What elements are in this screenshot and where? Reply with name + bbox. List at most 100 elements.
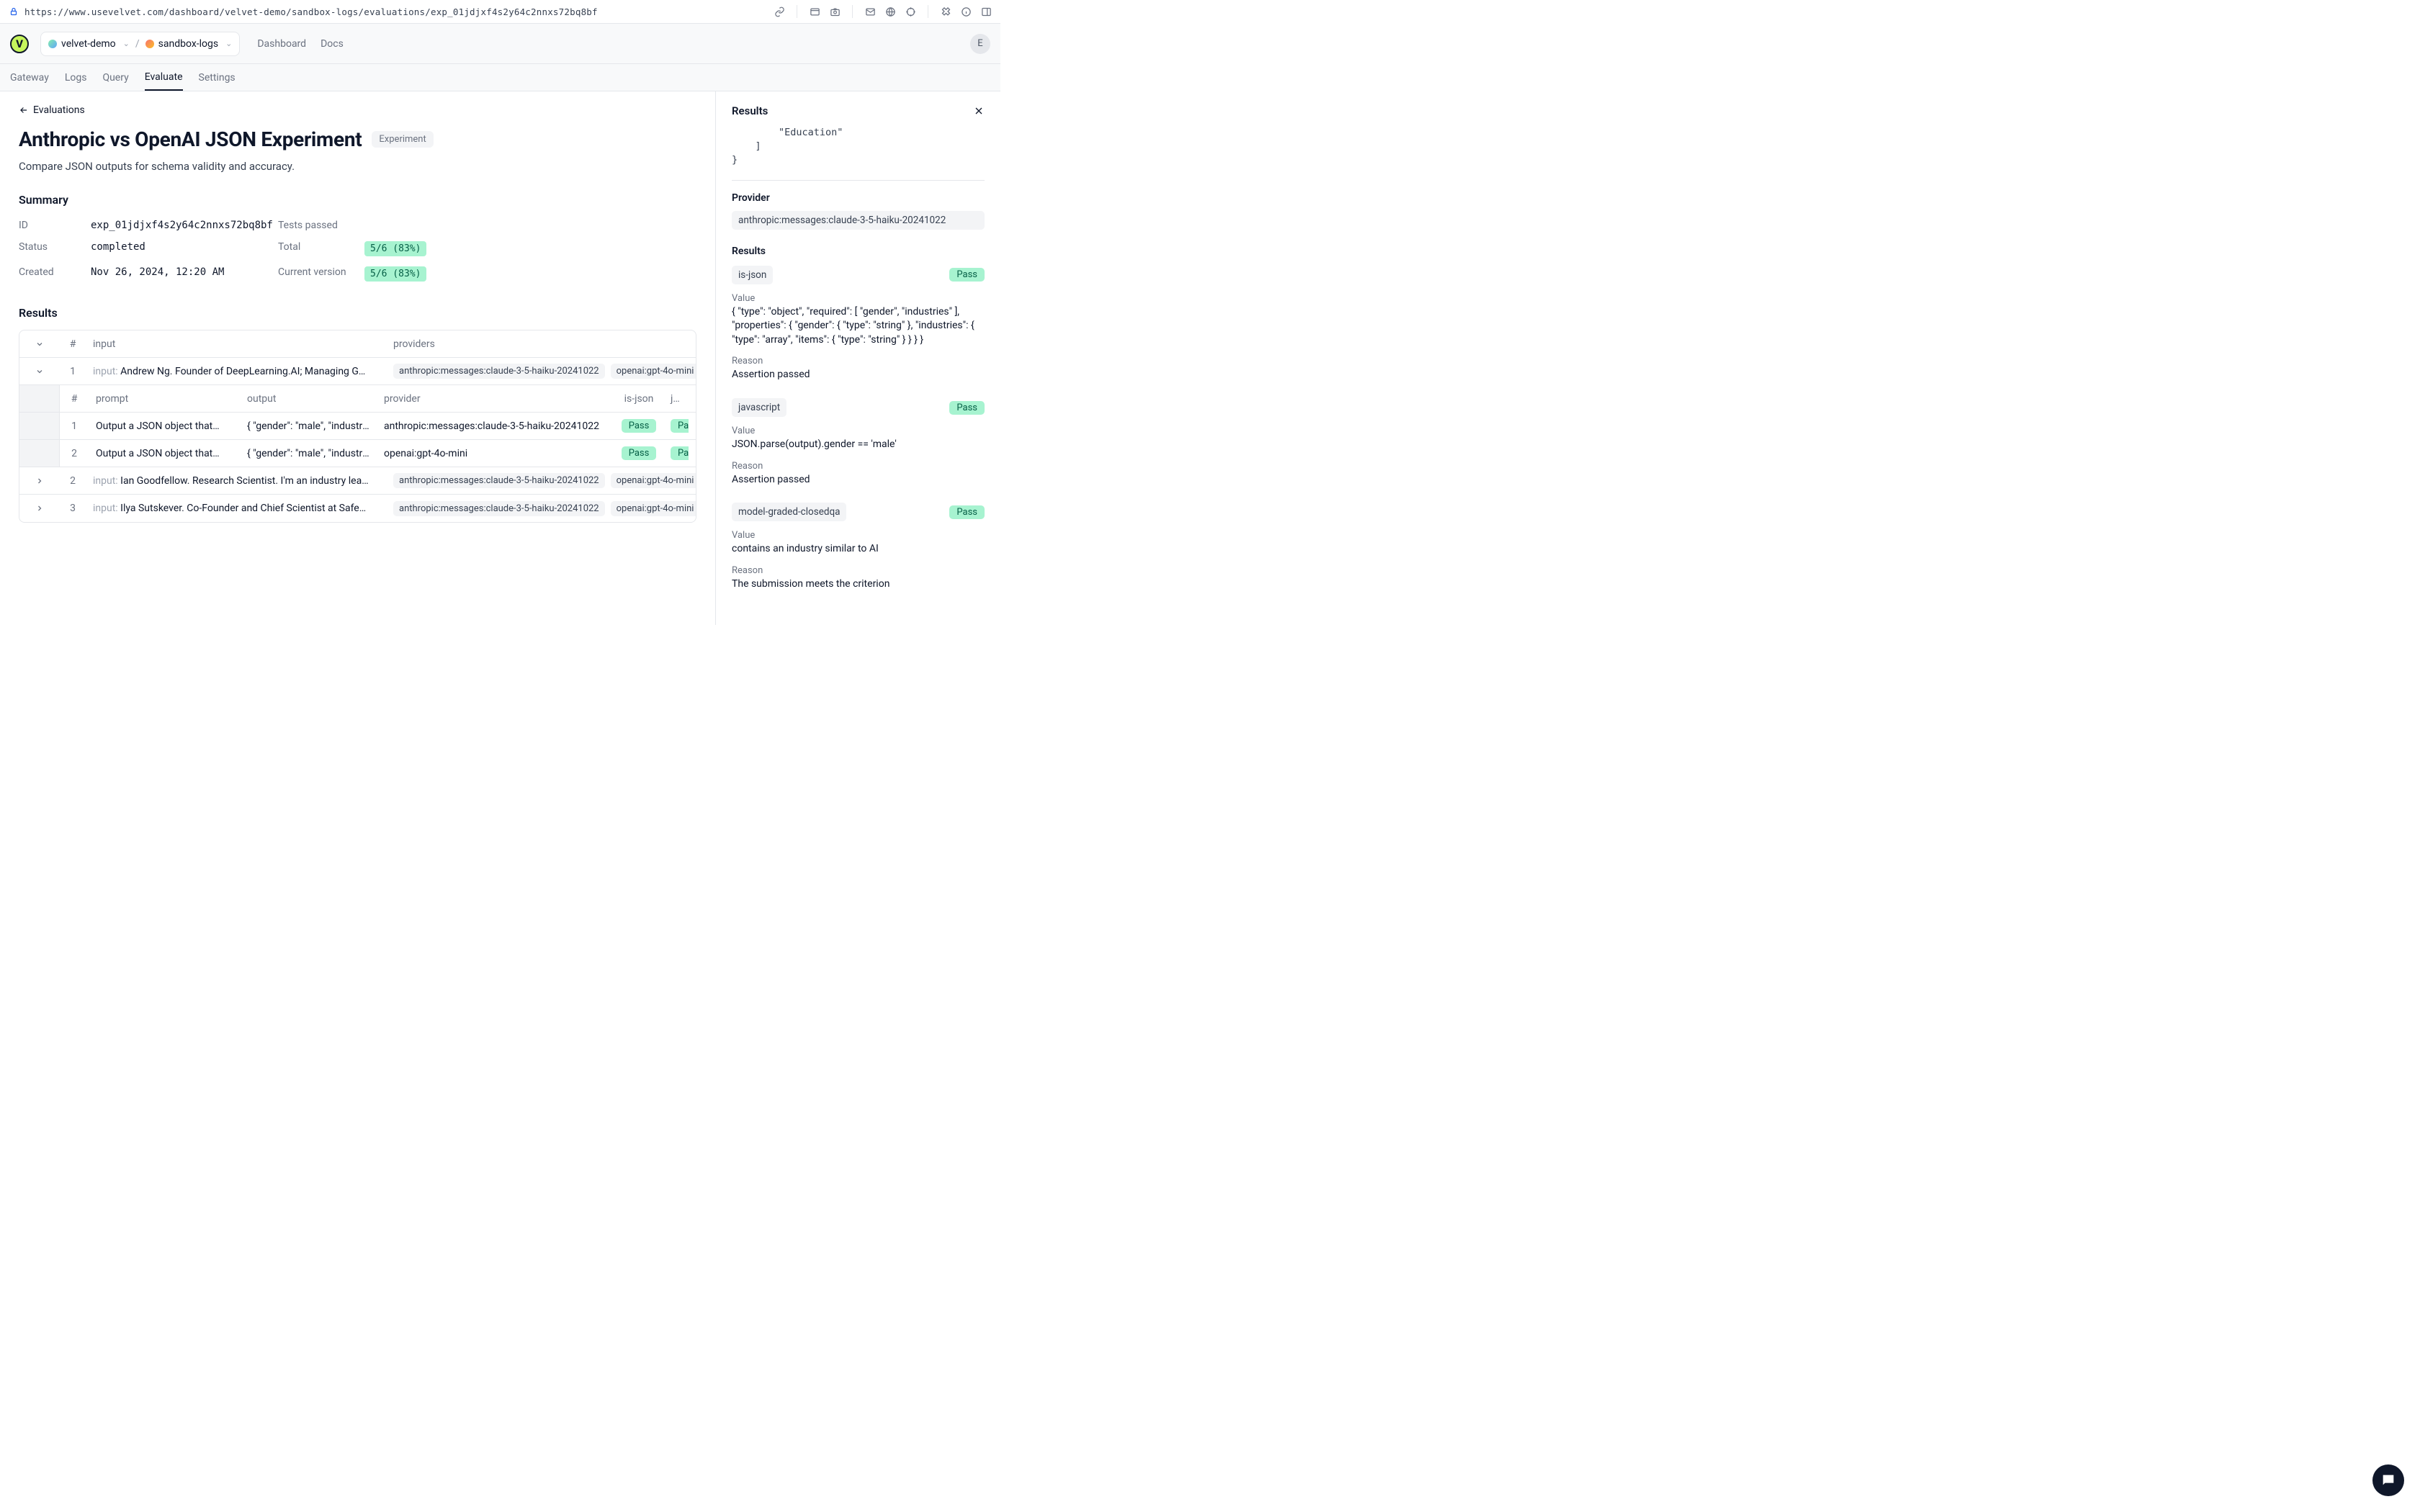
header-providers: providers (386, 333, 696, 356)
panel-provider-chip: anthropic:messages:claude-3-5-haiku-2024… (732, 211, 985, 230)
panel-reason: Assertion passed (732, 368, 985, 382)
table-row[interactable]: 1 input: Andrew Ng. Founder of DeepLearn… (19, 358, 696, 385)
sub-row[interactable]: 2 Output a JSON object that… { "gender":… (19, 440, 696, 467)
panel-result-name: is-json (732, 266, 773, 284)
tab-query[interactable]: Query (102, 66, 128, 90)
sub-gutter (19, 440, 60, 467)
panel-reason: Assertion passed (732, 473, 985, 487)
divider (852, 5, 853, 18)
provider-chip: openai:gpt-4o-mini (611, 473, 696, 488)
panel-result-status: Pass (949, 401, 985, 415)
sub-gutter (19, 385, 60, 412)
url-text[interactable]: https://www.usevelvet.com/dashboard/velv… (24, 6, 768, 17)
nav-links: Dashboard Docs (257, 38, 343, 50)
breadcrumb-org-label: velvet-demo (61, 38, 116, 50)
row-input-text: Andrew Ng. Founder of DeepLearning.AI; M… (120, 366, 365, 377)
breadcrumb-sep: / (135, 38, 140, 50)
logo-letter: V (16, 37, 23, 50)
sub-header-num: # (60, 387, 89, 410)
breadcrumb-org[interactable]: velvet-demo ⌄ (48, 38, 130, 50)
info-icon[interactable] (960, 6, 972, 17)
sub-row-java: Pa (663, 441, 692, 466)
tab-settings[interactable]: Settings (199, 66, 236, 90)
tab-logs[interactable]: Logs (65, 66, 87, 90)
back-link[interactable]: Evaluations (19, 104, 696, 116)
table-row[interactable]: 3 input: Ilya Sutskever. Co-Founder and … (19, 495, 696, 522)
breadcrumb-project-label: sandbox-logs (158, 38, 218, 50)
table-header: # input providers (19, 330, 696, 358)
panel-value-label: Value (732, 293, 985, 304)
panel-results-label: Results (732, 246, 985, 257)
main-content: Evaluations Anthropic vs OpenAI JSON Exp… (0, 91, 715, 625)
row-providers: anthropic:messages:claude-3-5-haiku-2024… (386, 358, 696, 384)
table-row[interactable]: 2 input: Ian Goodfellow. Research Scient… (19, 467, 696, 495)
tab-evaluate[interactable]: Evaluate (145, 65, 183, 91)
summary-id-label: ID (19, 220, 91, 231)
expand-toggle[interactable] (19, 361, 60, 382)
tab-gateway[interactable]: Gateway (10, 66, 49, 90)
panel-result-status: Pass (949, 268, 985, 282)
globe-icon[interactable] (884, 6, 896, 17)
row-input-text: Ian Goodfellow. Research Scientist. I'm … (120, 475, 368, 487)
summary-title: Summary (19, 193, 696, 207)
sub-gutter (19, 413, 60, 439)
extension-icon[interactable] (940, 6, 951, 17)
link-icon[interactable] (774, 6, 785, 17)
nav-docs[interactable]: Docs (321, 38, 344, 50)
results-title: Results (19, 306, 696, 320)
expand-toggle[interactable] (19, 471, 60, 491)
nav-dashboard[interactable]: Dashboard (257, 38, 306, 50)
sub-row-isjson: Pass (614, 413, 663, 438)
panel-value-label: Value (732, 426, 985, 436)
sub-row-isjson: Pass (614, 441, 663, 466)
chevron-updown-icon: ⌄ (225, 39, 232, 48)
provider-chip: openai:gpt-4o-mini (611, 501, 696, 516)
panel-reason-label: Reason (732, 356, 985, 366)
panel-result-status: Pass (949, 505, 985, 519)
pass-chip: Pass (622, 446, 657, 460)
panel-result-name: model-graded-closedqa (732, 503, 846, 521)
row-num: 3 (60, 497, 86, 520)
pass-chip-partial: Pa (671, 446, 689, 460)
results-panel: Results "Education" ] } Provider anthrop… (715, 91, 1000, 625)
page-description: Compare JSON outputs for schema validity… (19, 160, 696, 173)
input-prefix: input: (93, 475, 120, 487)
pass-chip-partial: Pa (671, 419, 689, 433)
row-num: 1 (60, 360, 86, 383)
summary-total-badge: 5/6 (83%) (364, 241, 426, 256)
window-icon[interactable] (809, 6, 820, 17)
chat-fab[interactable] (2372, 1464, 2404, 1496)
panels-icon[interactable] (980, 6, 992, 17)
expand-toggle[interactable] (19, 498, 60, 518)
sub-row-java: Pa (663, 413, 692, 438)
provider-chip: openai:gpt-4o-mini (611, 364, 696, 379)
header-input: input (86, 333, 386, 356)
experiment-badge: Experiment (372, 131, 433, 148)
sub-header-java: java (663, 387, 692, 410)
org-dot-icon (48, 40, 57, 48)
sub-row-num: 1 (60, 415, 89, 438)
page-title: Anthropic vs OpenAI JSON Experiment (19, 127, 362, 151)
breadcrumb[interactable]: velvet-demo ⌄ / sandbox-logs ⌄ (40, 32, 240, 56)
mail-icon[interactable] (864, 6, 876, 17)
close-icon[interactable] (973, 105, 985, 117)
arrow-left-icon (19, 105, 29, 115)
screenshot-icon[interactable] (829, 6, 841, 17)
sub-header-provider: provider (377, 387, 614, 410)
expand-all[interactable] (19, 334, 60, 354)
sub-header-prompt: prompt (89, 387, 240, 410)
sub-row-num: 2 (60, 442, 89, 465)
sub-header-output: output (240, 387, 377, 410)
app-header: V velvet-demo ⌄ / sandbox-logs ⌄ Dashboa… (0, 24, 1000, 64)
target-icon[interactable] (905, 6, 916, 17)
app-logo[interactable]: V (10, 35, 29, 53)
provider-chip: anthropic:messages:claude-3-5-haiku-2024… (393, 473, 605, 488)
panel-result: model-graded-closedqa Pass Value contain… (732, 503, 985, 591)
header-num: # (60, 333, 86, 356)
lock-icon (9, 6, 19, 17)
sub-row[interactable]: 1 Output a JSON object that… { "gender":… (19, 413, 696, 440)
panel-value: contains an industry similar to AI (732, 542, 985, 557)
pass-chip: Pass (622, 419, 657, 433)
avatar[interactable]: E (970, 34, 990, 54)
breadcrumb-project[interactable]: sandbox-logs ⌄ (145, 38, 233, 50)
